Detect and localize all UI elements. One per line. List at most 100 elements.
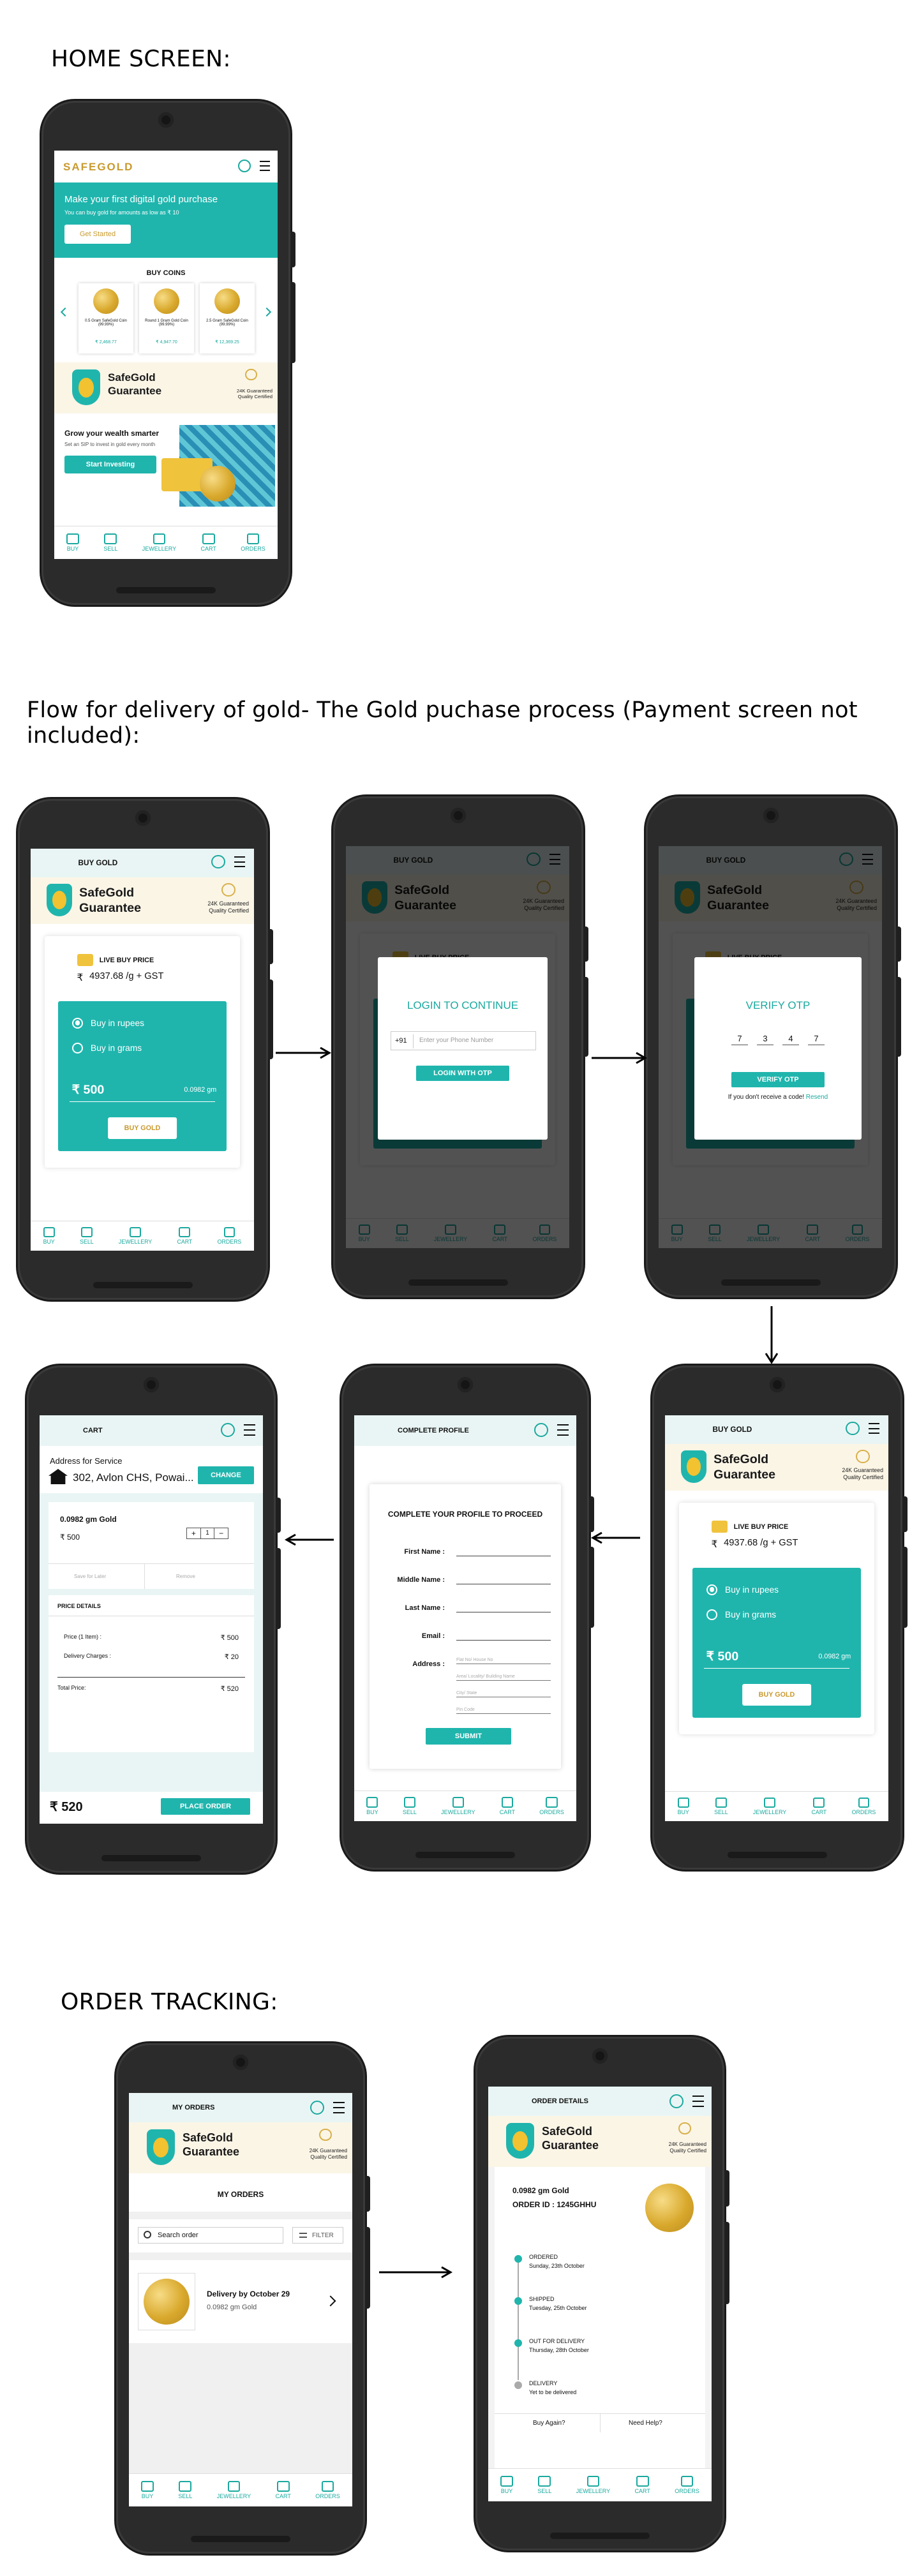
nav-label: JEWELLERY xyxy=(216,2493,251,2500)
nav-item-cart[interactable]: CART xyxy=(500,1797,515,1815)
profile-icon[interactable] xyxy=(534,1423,548,1437)
search-order-input[interactable]: Search order xyxy=(138,2227,283,2244)
plus-icon[interactable]: − xyxy=(214,1528,228,1538)
nav-item-buy[interactable]: BUY xyxy=(678,1797,689,1815)
label-address: Address : xyxy=(412,1660,445,1668)
nav-item-orders[interactable]: ORDERS xyxy=(852,1797,876,1815)
nav-item-cart[interactable]: CART xyxy=(275,2480,291,2500)
nav-item-sell[interactable]: SELL xyxy=(537,2475,551,2494)
profile-icon[interactable] xyxy=(238,160,251,172)
chevron-right-icon[interactable] xyxy=(262,307,272,317)
nav-item-jewellery[interactable]: JEWELLERY xyxy=(576,2475,610,2494)
coin-card[interactable]: 0.5 Gram SafeGold Coin (99.99%) ₹ 2,468.7… xyxy=(78,283,133,354)
place-order-button[interactable]: PLACE ORDER xyxy=(161,1798,250,1815)
nav-item-sell[interactable]: SELL xyxy=(80,1226,94,1245)
nav-item-jewellery[interactable]: JEWELLERY xyxy=(216,2480,251,2500)
order-row[interactable]: Delivery by October 29 0.0982 gm Gold xyxy=(138,2269,343,2333)
menu-icon[interactable] xyxy=(244,1424,255,1436)
nav-item-jewellery[interactable]: JEWELLERY xyxy=(441,1797,475,1815)
change-address-button[interactable]: CHANGE xyxy=(198,1466,254,1484)
nav-item-buy[interactable]: BUY xyxy=(500,2475,513,2494)
chevron-right-icon[interactable] xyxy=(325,2295,336,2307)
phone-input[interactable]: +91 Enter your Phone Number xyxy=(391,1031,536,1050)
front-camera xyxy=(458,1377,473,1392)
amount-input[interactable]: ₹ 500 xyxy=(706,1649,739,1664)
address-input[interactable]: Flat No/ House No xyxy=(456,1658,551,1664)
menu-icon[interactable] xyxy=(557,1424,569,1436)
resend-link[interactable]: Resend xyxy=(806,1094,828,1101)
start-investing-button[interactable]: Start Investing xyxy=(64,456,156,473)
menu-icon[interactable] xyxy=(692,2096,704,2107)
menu-icon[interactable] xyxy=(234,856,246,868)
nav-item-orders[interactable]: ORDERS xyxy=(539,1797,564,1815)
minus-icon[interactable]: + xyxy=(187,1528,200,1538)
buy-gold-button[interactable]: BUY GOLD xyxy=(108,1117,177,1139)
amount-input[interactable]: ₹ 500 xyxy=(72,1082,105,1098)
address-input[interactable]: Area/ Locality/ Building Name xyxy=(456,1674,551,1681)
cart-icon xyxy=(813,1797,825,1808)
nav-item-orders[interactable]: ORDERS xyxy=(675,2475,699,2494)
chevron-left-icon[interactable] xyxy=(60,307,70,317)
address-input[interactable]: Pin Code xyxy=(456,1708,551,1714)
otp-digit-input[interactable]: 7 xyxy=(808,1034,825,1045)
otp-digit-input[interactable]: 4 xyxy=(782,1034,799,1045)
quantity-stepper[interactable]: +1− xyxy=(186,1528,228,1539)
buy-gold-button[interactable]: BUY GOLD xyxy=(742,1684,811,1706)
nav-item-jewellery[interactable]: JEWELLERY xyxy=(142,533,176,552)
nav-item-buy[interactable]: BUY xyxy=(141,2480,154,2499)
radio-grams[interactable] xyxy=(706,1609,718,1621)
gold-coin-image xyxy=(645,2184,694,2232)
nav-item-jewellery[interactable]: JEWELLERY xyxy=(119,1226,152,1245)
divider xyxy=(129,2212,352,2219)
profile-icon[interactable] xyxy=(310,2101,324,2115)
otp-digit-input[interactable]: 3 xyxy=(757,1034,773,1045)
coin-card[interactable]: 2.5 Gram SafeGold Coin (99.99%) ₹ 12,369.… xyxy=(200,283,255,354)
speaker-grille xyxy=(550,2533,650,2539)
remove-button[interactable]: Remove xyxy=(176,1574,195,1579)
nav-item-buy[interactable]: BUY xyxy=(66,533,79,552)
menu-icon[interactable] xyxy=(260,161,270,171)
profile-icon[interactable] xyxy=(846,1421,860,1436)
nav-item-jewellery[interactable]: JEWELLERY xyxy=(753,1797,786,1815)
nav-item-sell[interactable]: SELL xyxy=(103,533,117,552)
profile-icon[interactable] xyxy=(669,2094,684,2108)
radio-grams[interactable] xyxy=(71,1042,84,1054)
address-input[interactable]: City/ State xyxy=(456,1691,551,1697)
nav-item-cart[interactable]: CART xyxy=(177,1226,192,1245)
nav-item-orders[interactable]: ORDERS xyxy=(241,533,265,552)
login-otp-button[interactable]: LOGIN WITH OTP xyxy=(416,1066,509,1081)
speaker-grille xyxy=(408,1279,509,1286)
otp-digit-input[interactable]: 7 xyxy=(731,1034,748,1045)
nav-item-buy[interactable]: BUY xyxy=(43,1226,55,1245)
profile-icon[interactable] xyxy=(211,854,225,869)
price-details-title: PRICE DETAILS xyxy=(57,1603,101,1609)
save-later-button[interactable]: Save for Later xyxy=(74,1574,106,1579)
coin-card[interactable]: Round 1 Gram Gold Coin (99.99%) ₹ 4,947.7… xyxy=(139,283,194,354)
nav-item-orders[interactable]: ORDERS xyxy=(315,2480,340,2499)
filter-button[interactable]: FILTER xyxy=(292,2227,343,2244)
nav-item-orders[interactable]: ORDERS xyxy=(218,1226,241,1245)
price-row-value: ₹ 20 xyxy=(224,1653,239,1661)
input-email[interactable] xyxy=(456,1640,551,1641)
nav-item-sell[interactable]: SELL xyxy=(714,1797,728,1815)
menu-icon[interactable] xyxy=(333,2102,345,2113)
buy-again-button[interactable]: Buy Again? xyxy=(533,2420,565,2427)
nav-item-cart[interactable]: CART xyxy=(201,533,216,552)
search-placeholder: Search order xyxy=(158,2231,198,2239)
nav-label: CART xyxy=(275,2493,291,2500)
submit-button[interactable]: SUBMIT xyxy=(426,1728,511,1745)
need-help-button[interactable]: Need Help? xyxy=(629,2420,662,2427)
verify-otp-button[interactable]: VERIFY OTP xyxy=(731,1072,825,1087)
power-button xyxy=(724,2170,729,2207)
menu-icon[interactable] xyxy=(868,1422,880,1434)
nav-item-sell[interactable]: SELL xyxy=(403,1797,417,1815)
submit-label: SUBMIT xyxy=(454,1732,482,1740)
header-title: BUY GOLD xyxy=(78,858,118,867)
phone-my-orders: MY ORDERS SafeGold Guarantee 24K Guaranteed… xyxy=(116,2043,370,2554)
profile-icon[interactable] xyxy=(221,1423,235,1437)
nav-item-buy[interactable]: BUY xyxy=(366,1797,378,1815)
nav-item-sell[interactable]: SELL xyxy=(178,2480,192,2499)
nav-item-cart[interactable]: CART xyxy=(811,1797,826,1815)
nav-item-cart[interactable]: CART xyxy=(635,2475,650,2494)
get-started-button[interactable]: Get Started xyxy=(64,225,131,244)
